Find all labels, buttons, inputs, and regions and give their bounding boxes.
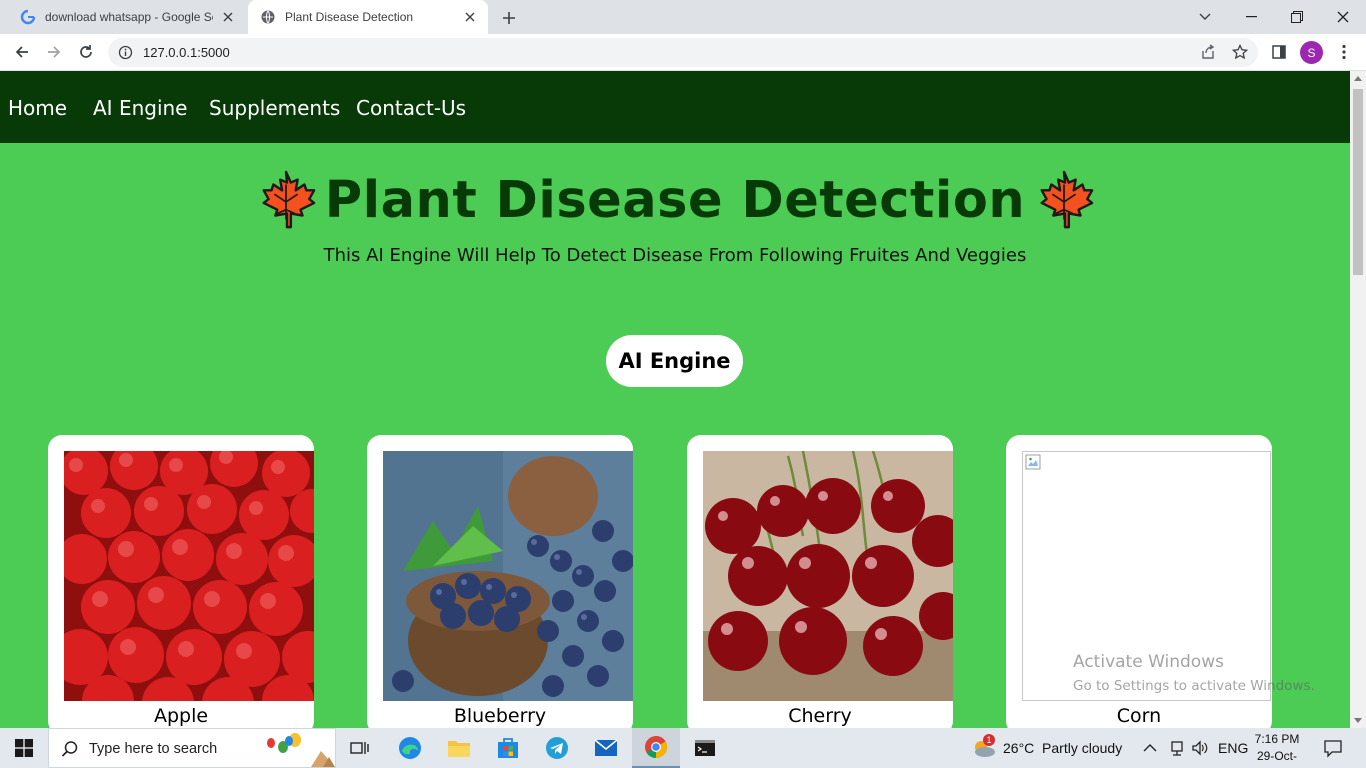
card-blueberry[interactable]: Blueberry	[367, 435, 633, 728]
edge-browser-icon[interactable]	[386, 728, 434, 768]
broken-image-icon	[1025, 454, 1041, 470]
close-window-icon[interactable]	[1320, 0, 1366, 34]
file-explorer-icon[interactable]	[435, 728, 483, 768]
nav-supplements[interactable]: Supplements	[209, 96, 340, 120]
scroll-up-icon[interactable]	[1354, 76, 1362, 81]
site-navbar: Home AI Engine Supplements Contact-Us	[0, 71, 1350, 143]
card-apple[interactable]: Apple	[48, 435, 314, 728]
side-panel-icon[interactable]	[1266, 39, 1292, 65]
browser-toolbar: 127.0.0.1:5000 S	[0, 34, 1366, 71]
browser-tab-strip: download whatsapp - Google Se Plant Dise…	[0, 0, 1366, 34]
nav-home[interactable]: Home	[8, 96, 67, 120]
bookmark-star-icon[interactable]	[1227, 39, 1253, 65]
weather-icon: 1	[971, 734, 997, 759]
tab-search-icon[interactable]	[1182, 0, 1228, 34]
minimize-icon[interactable]	[1228, 0, 1274, 34]
reload-icon[interactable]	[73, 39, 99, 65]
ai-engine-button[interactable]: AI Engine	[606, 335, 743, 387]
watermark-line-2: Go to Settings to activate Windows.	[1073, 678, 1315, 694]
clock[interactable]: 7:16 PM 29-Oct-23	[1252, 731, 1302, 768]
address-bar[interactable]: 127.0.0.1:5000	[108, 38, 1258, 67]
mail-icon[interactable]	[582, 728, 630, 768]
search-placeholder: Type here to search	[89, 741, 218, 757]
task-view-icon[interactable]	[336, 728, 384, 768]
microsoft-store-icon[interactable]	[484, 728, 532, 768]
activate-windows-watermark: Activate Windows Go to Settings to activ…	[1073, 652, 1315, 694]
volume-icon[interactable]	[1191, 728, 1209, 768]
page-title-row: Plant Disease Detection	[0, 169, 1350, 231]
back-icon[interactable]	[9, 39, 35, 65]
card-label: Cherry	[788, 705, 852, 727]
page-viewport: Home AI Engine Supplements Contact-Us Pl…	[0, 71, 1350, 728]
cherry-image	[703, 451, 953, 701]
maple-leaf-icon	[1040, 170, 1094, 229]
chrome-icon[interactable]	[632, 728, 680, 768]
share-icon[interactable]	[1195, 39, 1221, 65]
page-subtitle: This AI Engine Will Help To Detect Disea…	[323, 245, 1027, 266]
menu-kebab-icon[interactable]	[1331, 39, 1357, 65]
weather-text: 26°C Partly cloudy	[1003, 740, 1123, 756]
google-icon	[20, 9, 36, 25]
page-scrollbar[interactable]	[1350, 71, 1366, 728]
apple-image	[64, 451, 314, 701]
site-info-icon[interactable]	[118, 45, 133, 60]
maple-leaf-icon	[262, 170, 316, 229]
profile-avatar[interactable]: S	[1300, 41, 1323, 64]
scroll-thumb[interactable]	[1353, 89, 1363, 275]
tab-title: Plant Disease Detection	[285, 10, 414, 24]
language-indicator[interactable]: ENG	[1218, 728, 1248, 768]
url-text: 127.0.0.1:5000	[143, 45, 230, 60]
weather-widget[interactable]: 1 26°C Partly cloudy	[971, 728, 1122, 768]
page-title: Plant Disease Detection	[324, 170, 1026, 230]
terminal-icon[interactable]	[681, 728, 729, 768]
network-icon[interactable]	[1168, 728, 1186, 768]
notification-center-icon[interactable]	[1323, 728, 1343, 768]
globe-icon	[260, 9, 276, 25]
close-tab-icon[interactable]	[220, 9, 236, 25]
forward-icon[interactable]	[41, 39, 67, 65]
clock-date: 29-Oct-23	[1256, 749, 1297, 768]
card-label: Corn	[1116, 705, 1162, 727]
new-tab-icon[interactable]	[498, 7, 520, 29]
scroll-down-icon[interactable]	[1354, 718, 1362, 723]
watermark-line-1: Activate Windows	[1073, 652, 1224, 672]
tab-plant-disease[interactable]: Plant Disease Detection	[248, 0, 488, 34]
close-tab-icon[interactable]	[462, 9, 478, 25]
windows-start-icon[interactable]	[0, 728, 48, 768]
tab-google-search[interactable]: download whatsapp - Google Se	[8, 0, 246, 34]
telegram-icon[interactable]	[533, 728, 581, 768]
tab-title: download whatsapp - Google Se	[45, 10, 213, 24]
restore-icon[interactable]	[1274, 0, 1320, 34]
windows-taskbar: Type here to search 1 26°C Partly cloudy	[0, 728, 1366, 768]
weather-alert-badge: 1	[983, 734, 995, 746]
card-cherry[interactable]: Cherry	[687, 435, 953, 728]
card-label: Apple	[153, 705, 209, 727]
card-label: Blueberry	[453, 705, 547, 727]
balloons-icon	[267, 733, 335, 767]
clock-time: 7:16 PM	[1254, 732, 1300, 746]
nav-contact-us[interactable]: Contact-Us	[356, 96, 466, 120]
nav-ai-engine[interactable]: AI Engine	[93, 96, 187, 120]
show-hidden-icons-icon[interactable]	[1143, 728, 1157, 768]
taskbar-search-input[interactable]: Type here to search	[48, 728, 336, 768]
search-icon	[61, 740, 79, 758]
blueberry-image	[383, 451, 633, 701]
